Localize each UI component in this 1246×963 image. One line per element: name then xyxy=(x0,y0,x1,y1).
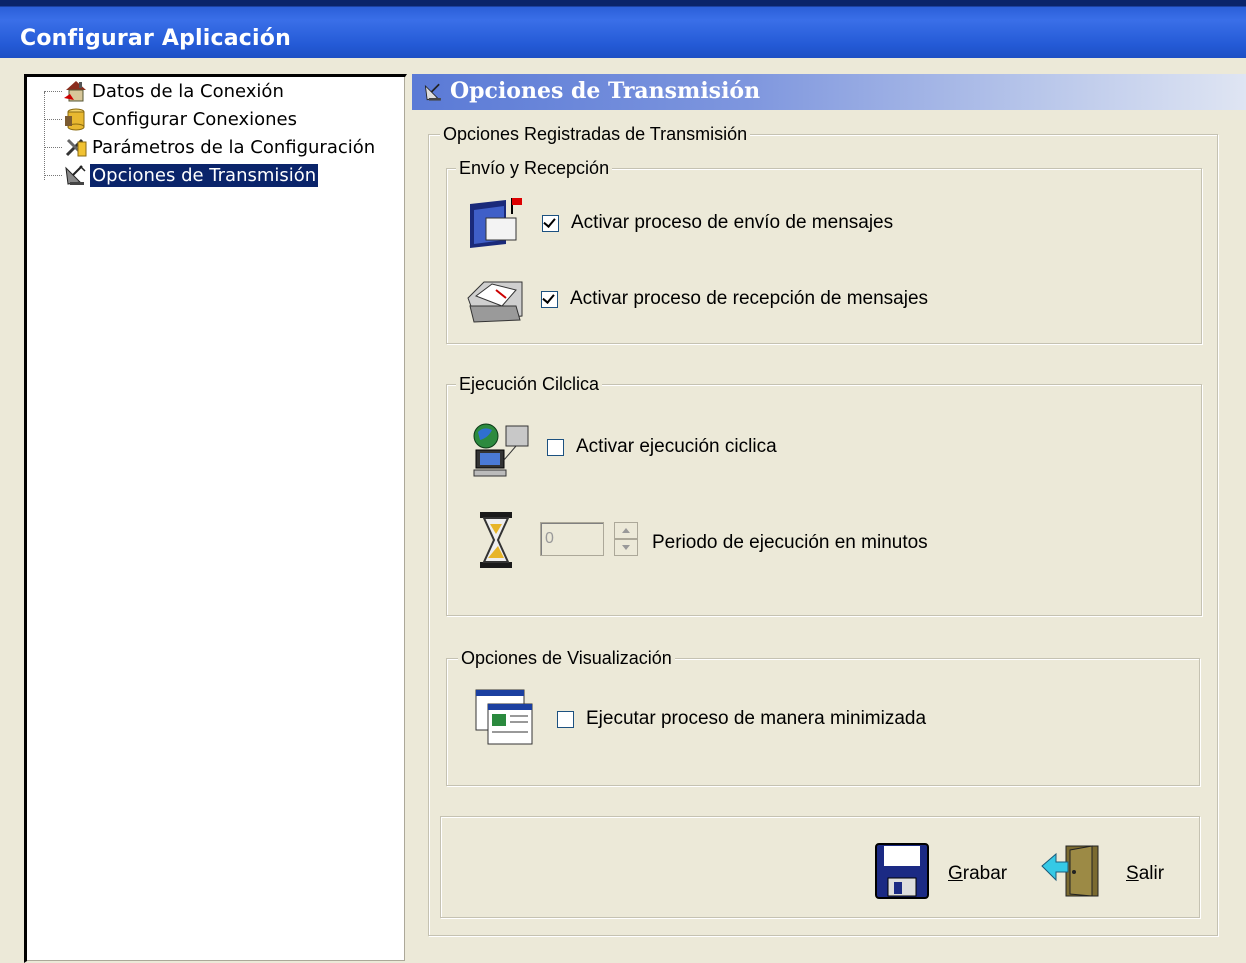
database-config-icon xyxy=(62,106,90,132)
hourglass-icon xyxy=(474,510,522,575)
save-button[interactable]: Grabar xyxy=(874,842,1007,906)
cyclic-label: Activar ejecución ciclica xyxy=(576,436,777,457)
tree-item-opciones-transmision[interactable]: Opciones de Transmisión xyxy=(44,162,320,188)
tree-item-parametros-configuracion[interactable]: Parámetros de la Configuración xyxy=(44,134,377,160)
tree-item-label: Configurar Conexiones xyxy=(92,108,297,130)
exit-door-icon xyxy=(1040,842,1102,906)
envio-group-title: Envío y Recepción xyxy=(456,158,613,179)
panel-header: Opciones de Transmisión xyxy=(412,74,1246,110)
exit-button[interactable]: Salir xyxy=(1040,842,1164,906)
minimized-label: Ejecutar proceso de manera minimizada xyxy=(586,708,927,729)
tree-item-label: Opciones de Transmisión xyxy=(88,162,320,188)
send-option[interactable]: Activar proceso de envío de mensajes xyxy=(542,212,893,234)
period-spin-up[interactable] xyxy=(614,522,638,539)
period-spin-down[interactable] xyxy=(614,539,638,556)
outbox-icon xyxy=(466,196,526,257)
ciclica-group xyxy=(446,384,1202,616)
tools-icon xyxy=(62,134,90,160)
panel-title: Opciones de Transmisión xyxy=(450,78,761,104)
send-label: Activar proceso de envío de mensajes xyxy=(571,212,894,233)
tree-view[interactable] xyxy=(24,74,407,963)
house-connection-icon xyxy=(62,78,90,104)
save-label: Grabar xyxy=(948,863,1008,884)
windows-icon xyxy=(474,688,534,751)
tree-item-datos-conexion[interactable]: Datos de la Conexión xyxy=(44,78,286,104)
send-checkbox[interactable] xyxy=(542,214,559,232)
receive-label: Activar proceso de recepción de mensajes xyxy=(570,288,929,309)
minimized-option[interactable]: Ejecutar proceso de manera minimizada xyxy=(557,708,926,730)
envio-group xyxy=(446,168,1202,344)
receive-checkbox[interactable] xyxy=(541,290,558,308)
ciclica-group-title: Ejecución Cilclica xyxy=(456,374,603,395)
period-input[interactable]: 0 xyxy=(540,522,604,556)
cyclic-checkbox[interactable] xyxy=(547,438,564,456)
tree-item-label: Datos de la Conexión xyxy=(92,80,284,102)
satellite-icon xyxy=(422,80,446,109)
receive-option[interactable]: Activar proceso de recepción de mensajes xyxy=(541,288,928,310)
window-title: Configurar Aplicación xyxy=(20,26,291,51)
period-label: Periodo de ejecución en minutos xyxy=(652,532,928,553)
floppy-disk-icon xyxy=(874,842,930,906)
tree-item-label: Parámetros de la Configuración xyxy=(92,136,376,158)
satellite-icon xyxy=(62,162,90,188)
cyclic-option[interactable]: Activar ejecución ciclica xyxy=(547,436,777,458)
title-bar: Configurar Aplicación xyxy=(0,0,1246,58)
network-computer-icon xyxy=(470,420,532,485)
exit-label: Salir xyxy=(1126,863,1165,884)
minimized-checkbox[interactable] xyxy=(557,710,574,728)
outer-group-title: Opciones Registradas de Transmisión xyxy=(440,124,751,145)
tree-item-configurar-conexiones[interactable]: Configurar Conexiones xyxy=(44,106,299,132)
inbox-icon xyxy=(466,276,526,331)
visual-group-title: Opciones de Visualización xyxy=(458,648,675,669)
